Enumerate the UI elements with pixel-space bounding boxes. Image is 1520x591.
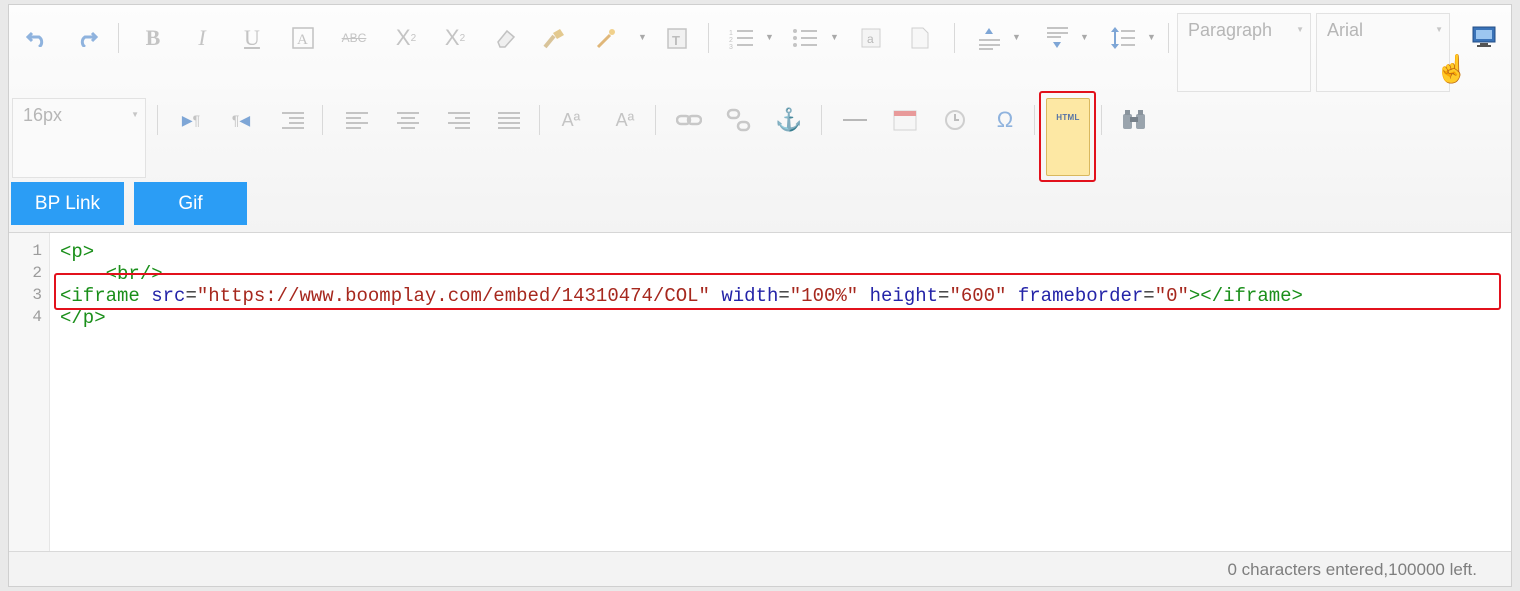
code-line-4: </p> xyxy=(60,307,106,329)
html-source-button[interactable]: HTML xyxy=(1046,98,1090,176)
horizontal-rule-icon[interactable] xyxy=(841,107,869,133)
code-line-1: <p> xyxy=(60,241,95,263)
unordered-list-icon[interactable] xyxy=(791,25,819,51)
font-border-icon[interactable]: A xyxy=(291,25,315,51)
rtl-icon[interactable]: ¶ ◀ xyxy=(227,107,255,133)
align-right-icon[interactable] xyxy=(445,107,473,133)
magic-wand-icon[interactable] xyxy=(593,25,619,51)
font-select[interactable]: Arial ▼ xyxy=(1316,13,1450,92)
ltr-icon[interactable]: ▶ ¶ xyxy=(177,107,205,133)
clear-doc-icon[interactable] xyxy=(908,25,932,51)
italic-icon[interactable]: I xyxy=(190,23,214,53)
character-counter: 0 characters entered,100000 left. xyxy=(1227,560,1478,579)
html-source-icon: HTML xyxy=(1056,113,1080,122)
iframe-line-highlight xyxy=(54,273,1501,310)
gif-button[interactable]: Gif xyxy=(134,182,247,225)
unlink-icon[interactable] xyxy=(725,107,753,133)
bp-link-button[interactable]: BP Link xyxy=(11,182,124,225)
svg-text:A: A xyxy=(297,32,308,48)
link-icon[interactable] xyxy=(675,107,703,133)
line-height-icon[interactable] xyxy=(1109,25,1137,51)
row-spacing-bottom-icon[interactable] xyxy=(1043,25,1071,51)
code-editor[interactable]: 1 2 3 4 <p> <br/> <iframe src="https://w… xyxy=(9,233,1511,554)
line-number-gutter: 1 2 3 4 xyxy=(9,233,50,554)
justify-icon[interactable] xyxy=(495,107,523,133)
subscript-icon[interactable]: X2 xyxy=(441,23,469,53)
row-spacing-top-icon[interactable] xyxy=(975,25,1003,51)
redo-icon[interactable] xyxy=(75,25,99,51)
special-chars-icon[interactable]: Ω xyxy=(991,105,1019,135)
font-select-value: Arial xyxy=(1327,20,1364,40)
undo-icon[interactable] xyxy=(25,25,49,51)
rich-text-editor: B I U A ABC X2 X2 ▼ T 123 ▼ ▼ a ▼ ▼ ▼ Pa… xyxy=(8,4,1512,587)
format-select[interactable]: Paragraph ▼ xyxy=(1177,13,1311,92)
eraser-icon[interactable] xyxy=(493,25,519,51)
line-number: 3 xyxy=(32,286,42,304)
underline-icon[interactable]: U xyxy=(240,23,264,53)
indent-icon[interactable] xyxy=(279,107,307,133)
editor-toolbar: B I U A ABC X2 X2 ▼ T 123 ▼ ▼ a ▼ ▼ ▼ Pa… xyxy=(9,5,1511,233)
date-icon[interactable] xyxy=(891,107,919,133)
line-number: 2 xyxy=(32,264,42,282)
html-source-highlight: HTML xyxy=(1039,91,1096,182)
fullscreen-icon[interactable] xyxy=(1469,23,1499,51)
paste-text-icon[interactable]: T xyxy=(664,25,690,51)
ordered-list-icon[interactable]: 123 xyxy=(727,25,755,51)
svg-text:1: 1 xyxy=(729,30,733,37)
font-size-value: 16px xyxy=(23,105,63,125)
svg-text:a: a xyxy=(867,32,874,46)
svg-text:T: T xyxy=(672,33,680,48)
select-all-icon[interactable]: a xyxy=(859,25,883,51)
align-center-icon[interactable] xyxy=(394,107,422,133)
line-number: 1 xyxy=(32,242,42,260)
time-icon[interactable] xyxy=(941,107,969,133)
strikethrough-icon[interactable]: ABC xyxy=(339,25,369,51)
svg-text:2: 2 xyxy=(729,37,733,44)
bold-icon[interactable]: B xyxy=(141,23,165,53)
align-left-icon[interactable] xyxy=(343,107,371,133)
format-painter-icon[interactable] xyxy=(541,25,567,51)
to-lowercase-icon[interactable]: Aª xyxy=(611,105,639,135)
superscript-icon[interactable]: X2 xyxy=(392,23,420,53)
search-replace-icon[interactable] xyxy=(1119,105,1149,135)
hand-cursor-icon: ☝ xyxy=(1435,54,1469,84)
svg-text:3: 3 xyxy=(729,44,733,49)
line-number: 4 xyxy=(32,308,42,326)
status-bar: 0 characters entered,100000 left. xyxy=(9,551,1511,586)
anchor-icon[interactable]: ⚓ xyxy=(775,105,803,135)
format-select-value: Paragraph xyxy=(1188,20,1273,40)
to-uppercase-icon[interactable]: Aª xyxy=(557,105,585,135)
font-size-select[interactable]: 16px ▼ xyxy=(12,98,146,178)
